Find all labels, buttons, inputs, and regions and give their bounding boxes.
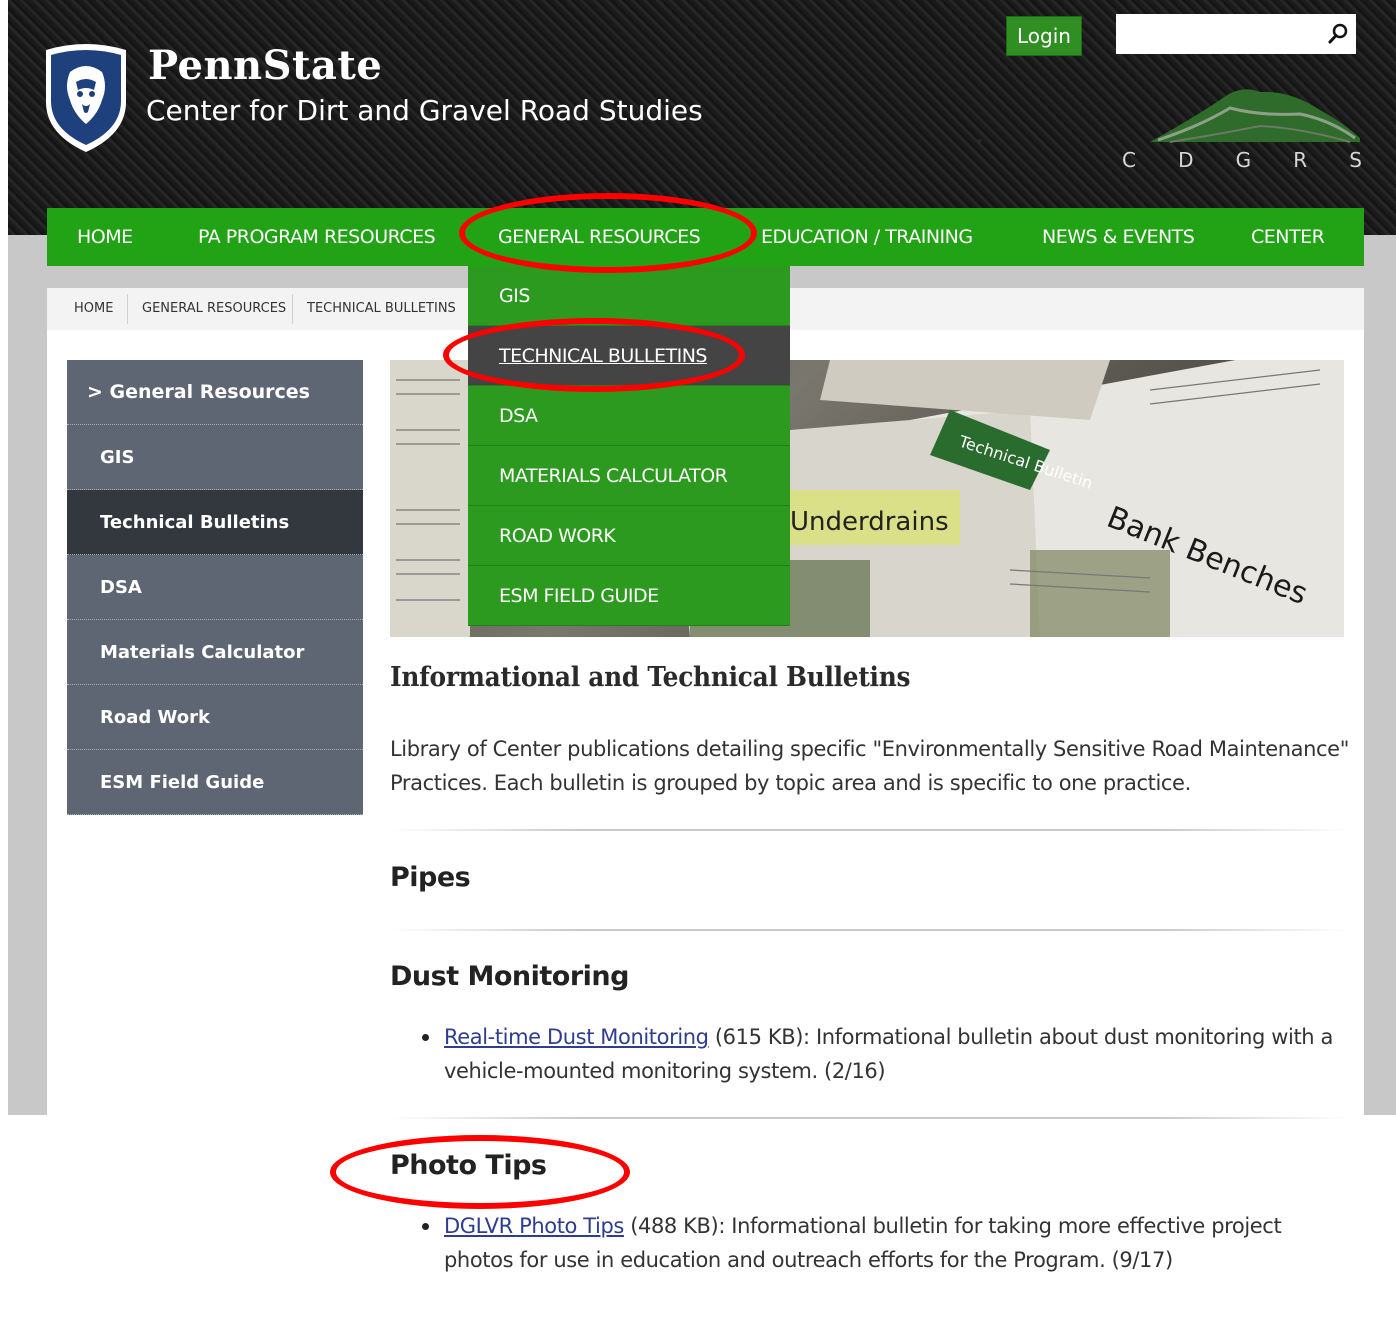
brand-name[interactable]: PennState (148, 42, 382, 89)
cdgrs-mountain-logo (1150, 89, 1360, 143)
dropdown-item-gis[interactable]: GIS (468, 266, 790, 326)
hero-text-underdrains: Underdrains (790, 507, 949, 537)
list-item: Real-time Dust Monitoring (615 KB): Info… (422, 1020, 1354, 1088)
annotation-circle-general-resources (459, 193, 757, 273)
sidebar-item-technical-bulletins[interactable]: Technical Bulletins (67, 490, 363, 555)
nav-pa-program-resources[interactable]: PA PROGRAM RESOURCES (198, 208, 436, 266)
sidebar-title[interactable]: > General Resources (67, 360, 363, 425)
dropdown-item-dsa[interactable]: DSA (468, 386, 790, 446)
search-box (1116, 14, 1356, 54)
section-title-dust-monitoring: Dust Monitoring (390, 961, 629, 992)
logo-letter: R (1293, 148, 1308, 172)
breadcrumb-technical-bulletins: TECHNICAL BULLETINS (307, 301, 456, 316)
brand-subtitle[interactable]: Center for Dirt and Gravel Road Studies (146, 94, 703, 127)
dropdown-item-materials-calculator[interactable]: MATERIALS CALCULATOR (468, 446, 790, 506)
logo-letter: S (1349, 148, 1362, 172)
dropdown-item-esm-field-guide[interactable]: ESM FIELD GUIDE (468, 566, 790, 626)
sidebar-item-dsa[interactable]: DSA (67, 555, 363, 620)
annotation-circle-technical-bulletins (443, 318, 745, 392)
sidebar-nav: > General Resources GIS Technical Bullet… (67, 360, 363, 815)
photo-tips-link[interactable]: DGLVR Photo Tips (444, 1214, 624, 1238)
logo-letter: C (1122, 148, 1136, 172)
nav-news-events[interactable]: NEWS & EVENTS (1042, 208, 1195, 266)
nav-home[interactable]: HOME (77, 208, 133, 266)
sidebar-item-esm-field-guide[interactable]: ESM Field Guide (67, 750, 363, 815)
section-title-pipes: Pipes (390, 862, 471, 893)
search-icon[interactable] (1326, 22, 1350, 46)
intro-text: Library of Center publications detailing… (390, 737, 1349, 795)
logo-letter: D (1178, 148, 1194, 172)
annotation-circle-photo-tips (330, 1135, 630, 1209)
breadcrumb-home[interactable]: HOME (74, 288, 113, 330)
search-input[interactable] (1116, 14, 1316, 54)
cdgrs-letters: C D G R S (1122, 148, 1362, 172)
penn-state-shield-logo[interactable] (40, 42, 132, 154)
list-item: DGLVR Photo Tips (488 KB): Informational… (422, 1209, 1354, 1277)
sidebar-item-materials-calculator[interactable]: Materials Calculator (67, 620, 363, 685)
nav-center[interactable]: CENTER (1251, 208, 1325, 266)
sidebar-item-gis[interactable]: GIS (67, 425, 363, 490)
section-divider (390, 929, 1350, 931)
breadcrumb-separator (127, 294, 128, 324)
page-title: Informational and Technical Bulletins (390, 662, 911, 693)
breadcrumb-general-resources[interactable]: GENERAL RESOURCES (142, 288, 286, 330)
dropdown-item-road-work[interactable]: ROAD WORK (468, 506, 790, 566)
dust-monitoring-link[interactable]: Real-time Dust Monitoring (444, 1025, 709, 1049)
logo-letter: G (1235, 148, 1252, 172)
section-divider (390, 829, 1350, 831)
login-button[interactable]: Login (1006, 16, 1082, 56)
bullet-icon (422, 1223, 429, 1230)
bullet-icon (422, 1034, 429, 1041)
nav-education-training[interactable]: EDUCATION / TRAINING (761, 208, 973, 266)
breadcrumb-separator (292, 294, 293, 324)
section-divider (390, 1117, 1350, 1119)
sidebar-item-road-work[interactable]: Road Work (67, 685, 363, 750)
